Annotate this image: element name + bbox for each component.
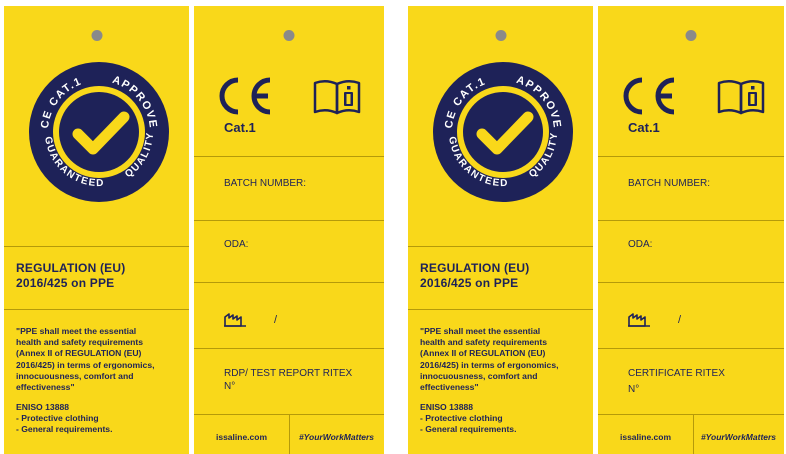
report-number-label: N° (224, 381, 236, 392)
divider (194, 156, 384, 157)
regulation-title-line: 2016/425 on PPE (420, 276, 519, 290)
regulation-title-line: REGULATION (EU) (420, 261, 530, 275)
website-link: issaline.com (215, 432, 268, 442)
regulation-title-line: 2016/425 on PPE (16, 276, 115, 290)
divider (194, 348, 384, 349)
quote-line: innocuousness, comfort and (420, 370, 538, 381)
tag-hole (91, 30, 102, 41)
tag-hole (495, 30, 506, 41)
standard-line: ENISO 13888 (16, 402, 70, 412)
standard-line: ENISO 13888 (420, 402, 474, 412)
batch-number-label: BATCH NUMBER: (628, 178, 711, 189)
regulation-title-line: REGULATION (EU) (16, 261, 126, 275)
quote-line: 2016/425) in terms of ergonomics, (16, 359, 155, 370)
divider (408, 246, 593, 247)
divider (598, 156, 784, 157)
instructions-book-icon (313, 80, 361, 115)
report-label: RDP/ TEST REPORT RITEX (224, 368, 353, 379)
standard-block: ENISO 13888 - Protective clothing - Gene… (16, 402, 186, 436)
quote-line: health and safety requirements (16, 337, 144, 348)
quote-line: (Annex II of REGULATION (EU) (16, 348, 142, 359)
divider (194, 282, 384, 283)
back-tag-1: Cat.1 BATCH NUMBER: ODA: / RDP/ TEST REP… (194, 6, 384, 454)
regulation-title: REGULATION (EU) 2016/425 on PPE (420, 261, 590, 291)
standard-line: - Protective clothing (420, 413, 503, 424)
divider (598, 220, 784, 221)
divider (408, 309, 593, 310)
ce-mark-icon (623, 77, 675, 115)
hashtag: #YourWorkMatters (298, 432, 375, 442)
front-tag-2: CE CAT.1 APPROVED GUARANTEED QUALITY REG… (408, 6, 593, 454)
divider (598, 414, 784, 415)
quote-line: 2016/425) in terms of ergonomics, (420, 359, 559, 370)
divider (4, 246, 189, 247)
ppe-quote: "PPE shall meet the essential health and… (420, 326, 590, 393)
quote-line: health and safety requirements (420, 337, 548, 348)
regulation-title: REGULATION (EU) 2016/425 on PPE (16, 261, 186, 291)
hashtag: #YourWorkMatters (700, 432, 777, 442)
standard-line: - Protective clothing (16, 413, 99, 424)
quote-line: (Annex II of REGULATION (EU) (420, 348, 546, 359)
divider (598, 282, 784, 283)
certificate-label: CERTIFICATE RITEX (628, 368, 725, 379)
ce-mark-icon (219, 77, 271, 115)
approved-seal-icon: CE CAT.1 APPROVED GUARANTEED QUALITY (432, 61, 573, 202)
website-link: issaline.com (619, 432, 672, 442)
cat-label: Cat.1 (628, 120, 660, 135)
date-separator: / (678, 314, 682, 326)
quote-line: innocuousness, comfort and (16, 370, 134, 381)
manufacture-date-icon (628, 313, 650, 327)
quote-line: effectiveness" (420, 382, 479, 393)
divider (4, 309, 189, 310)
divider (598, 348, 784, 349)
tag-hole (283, 30, 295, 41)
standard-block: ENISO 13888 - Protective clothing - Gene… (420, 402, 590, 436)
oda-label: ODA: (628, 239, 653, 250)
quote-line: effectiveness" (16, 382, 75, 393)
standard-line: - General requirements. (420, 424, 517, 435)
cat-label: Cat.1 (224, 120, 256, 135)
standard-line: - General requirements. (16, 424, 113, 435)
divider (194, 220, 384, 221)
instructions-book-icon (717, 80, 765, 115)
certificate-number-label: N° (628, 384, 640, 395)
manufacture-date-icon (224, 313, 246, 327)
ppe-quote: "PPE shall meet the essential health and… (16, 326, 186, 393)
approved-seal-icon: CE CAT.1 APPROVED GUARANTEED QUALITY (28, 61, 169, 202)
quote-line: "PPE shall meet the essential (420, 326, 541, 336)
back-tag-2: Cat.1 BATCH NUMBER: ODA: / CERTIFICATE R… (598, 6, 784, 454)
batch-number-label: BATCH NUMBER: (224, 178, 307, 189)
front-tag-1: CE CAT.1 APPROVED GUARANTEED QUALITY REG… (4, 6, 189, 454)
tag-hole (685, 30, 697, 41)
date-separator: / (274, 314, 278, 326)
oda-label: ODA: (224, 239, 249, 250)
quote-line: "PPE shall meet the essential (16, 326, 137, 336)
